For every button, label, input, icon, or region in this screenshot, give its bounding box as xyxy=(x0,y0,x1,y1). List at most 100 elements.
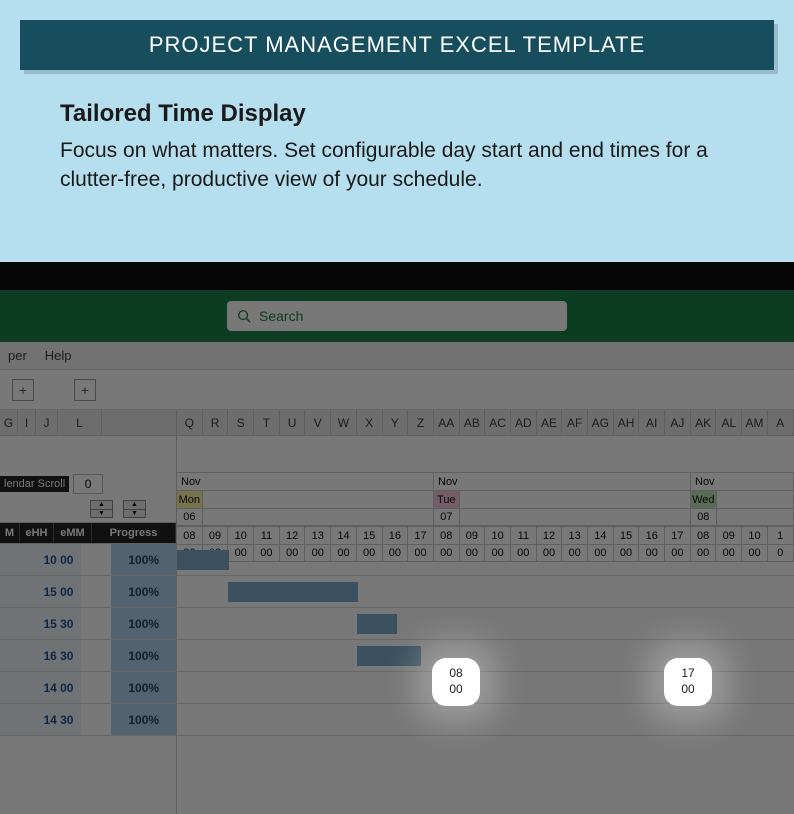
outline-expand-button[interactable]: + xyxy=(74,379,96,401)
task-row[interactable]: 14 30100% xyxy=(0,704,176,736)
task-row[interactable]: 15 30100% xyxy=(0,608,176,640)
gantt-header: NovNovNov MonTueWed 060708 0809101112131… xyxy=(177,436,794,544)
gantt-hour-cell: 14 xyxy=(588,526,614,544)
col-header[interactable]: T xyxy=(254,410,280,435)
gantt-hour-cell: 16 xyxy=(383,526,409,544)
col-header[interactable]: AJ xyxy=(665,410,691,435)
gantt-hour-cell: 17 xyxy=(408,526,434,544)
col-header[interactable]: L xyxy=(58,410,102,435)
col-header[interactable]: AG xyxy=(588,410,614,435)
highlight-min: 00 xyxy=(681,682,694,698)
gantt-bar[interactable] xyxy=(357,614,397,634)
col-progress: Progress xyxy=(92,523,176,543)
col-header[interactable]: AE xyxy=(537,410,563,435)
col-header[interactable]: A xyxy=(768,410,794,435)
gantt-hour-cell: 13 xyxy=(305,526,331,544)
col-header[interactable]: Q xyxy=(177,410,203,435)
col-header[interactable]: AI xyxy=(639,410,665,435)
gantt-hour-cell: 17 xyxy=(665,526,691,544)
col-header[interactable]: AA xyxy=(434,410,460,435)
highlight-hour: 17 xyxy=(681,666,694,682)
col-header[interactable]: AM xyxy=(742,410,768,435)
task-time: 14 00 xyxy=(0,672,81,703)
gantt-date-cell: 06 xyxy=(177,508,203,525)
gantt-hour-cell: 1 xyxy=(768,526,794,544)
gantt-row xyxy=(177,704,794,736)
app-frame: Search per Help + + GIJL QRSTUVWXYZAAABAC… xyxy=(0,262,794,814)
gantt-hour-cell: 10 xyxy=(485,526,511,544)
gantt-hour-cell: 15 xyxy=(357,526,383,544)
excel-app: Search per Help + + GIJL QRSTUVWXYZAAABAC… xyxy=(0,290,794,814)
spinner-control[interactable]: ▲▼ xyxy=(123,500,146,518)
col-header[interactable]: X xyxy=(357,410,383,435)
outline-expand-button[interactable]: + xyxy=(12,379,34,401)
col-header[interactable]: AL xyxy=(716,410,742,435)
col-header[interactable]: I xyxy=(18,410,36,435)
task-progress: 100% xyxy=(111,608,176,639)
menu-item[interactable]: per xyxy=(8,348,27,363)
col-header[interactable]: U xyxy=(280,410,306,435)
task-row[interactable]: 10 00 100% xyxy=(0,544,176,576)
col-header[interactable]: J xyxy=(36,410,58,435)
col-header[interactable]: R xyxy=(203,410,229,435)
search-placeholder: Search xyxy=(259,308,303,324)
task-time: 15 00 xyxy=(0,576,81,607)
gantt-day-cell: Mon xyxy=(177,490,203,508)
gantt-day-cell: Wed xyxy=(691,490,717,508)
search-icon xyxy=(237,309,251,323)
calendar-scroll-row: lendar Scroll 0 xyxy=(0,472,176,496)
col-header[interactable]: AD xyxy=(511,410,537,435)
task-time: 10 00 xyxy=(0,544,81,575)
column-headers: GIJL QRSTUVWXYZAAABACADAEAFAGAHAIAJAKALA… xyxy=(0,410,794,436)
highlight-day-end: 17 00 xyxy=(664,658,712,706)
gantt-hour-cell: 10 xyxy=(742,526,768,544)
calendar-scroll-value[interactable]: 0 xyxy=(73,474,103,494)
gantt-row xyxy=(177,576,794,608)
gantt-hour-cell: 11 xyxy=(511,526,537,544)
col-ehh: eHH xyxy=(20,523,54,543)
task-row[interactable]: 15 00 100% xyxy=(0,576,176,608)
gantt-hour-cell: 14 xyxy=(331,526,357,544)
task-time: 16 30 xyxy=(0,640,81,671)
gantt-date-cell: 08 xyxy=(691,508,717,525)
task-progress: 100% xyxy=(111,544,176,575)
title-banner: PROJECT MANAGEMENT EXCEL TEMPLATE xyxy=(20,20,774,70)
gantt-hour-cell: 09 xyxy=(203,526,229,544)
left-panel: lendar Scroll 0 ▲▼ ▲▼ M eHH eMM Progress… xyxy=(0,436,177,814)
task-progress: 100% xyxy=(111,576,176,607)
gantt-hour-cell: 09 xyxy=(460,526,486,544)
search-input[interactable]: Search xyxy=(227,301,567,331)
gantt-hour-cell: 08 xyxy=(177,526,203,544)
col-header[interactable]: Y xyxy=(383,410,409,435)
gantt-hour-cell: 15 xyxy=(614,526,640,544)
promo-title: Tailored Time Display xyxy=(60,100,734,128)
col-header[interactable]: AB xyxy=(460,410,486,435)
menu-item[interactable]: Help xyxy=(45,348,72,363)
gantt-hour-cell: 08 xyxy=(691,526,717,544)
col-header[interactable]: Z xyxy=(408,410,434,435)
gantt-row xyxy=(177,544,794,576)
task-row[interactable]: 14 00100% xyxy=(0,672,176,704)
gantt-bar[interactable] xyxy=(177,550,229,570)
gantt-date-cell: 07 xyxy=(434,508,460,525)
col-header[interactable]: AF xyxy=(562,410,588,435)
col-header[interactable]: AC xyxy=(485,410,511,435)
col-header[interactable]: V xyxy=(305,410,331,435)
col-header[interactable]: W xyxy=(331,410,357,435)
task-progress: 100% xyxy=(111,640,176,671)
spinner-control[interactable]: ▲▼ xyxy=(90,500,113,518)
gantt-month-cell: Nov xyxy=(434,472,691,490)
calendar-scroll-label: lendar Scroll xyxy=(0,476,69,492)
gantt-bar[interactable] xyxy=(228,582,358,602)
col-header[interactable]: AK xyxy=(691,410,717,435)
title-bar: Search xyxy=(0,290,794,342)
gantt-day-cell: Tue xyxy=(434,490,460,508)
task-row[interactable]: 16 30 100% xyxy=(0,640,176,672)
col-header[interactable]: AH xyxy=(614,410,640,435)
col-header[interactable]: S xyxy=(228,410,254,435)
gantt-hour-cell: 16 xyxy=(639,526,665,544)
gantt-hour-cell: 11 xyxy=(254,526,280,544)
gantt-month-cell: Nov xyxy=(691,472,794,490)
gantt-bar[interactable] xyxy=(357,646,421,666)
col-header[interactable]: G xyxy=(0,410,18,435)
